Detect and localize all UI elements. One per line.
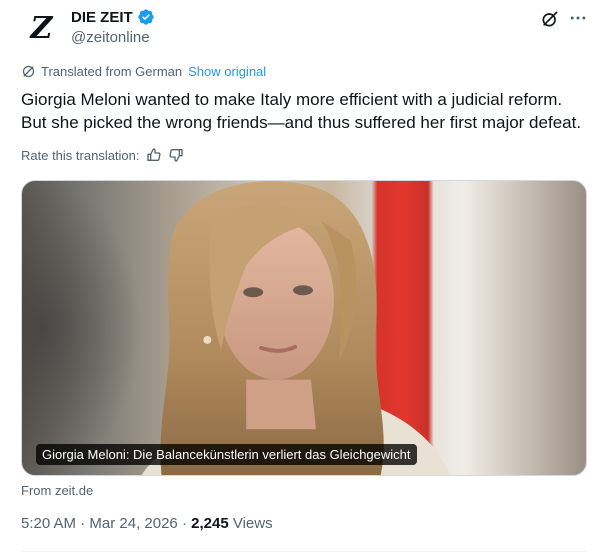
author-handle[interactable]: @zeitonline <box>71 29 150 46</box>
meta-separator: · <box>80 515 86 532</box>
meta-separator: · <box>181 515 187 532</box>
show-original-link[interactable]: Show original <box>188 64 266 79</box>
translation-notice: Translated from German Show original <box>21 64 266 79</box>
author-name-row[interactable]: DIE ZEIT <box>71 8 155 26</box>
divider <box>21 551 587 552</box>
thumbs-up-icon[interactable] <box>146 147 162 163</box>
views-count: 2,245 <box>191 515 229 532</box>
portrait-photo <box>22 181 451 475</box>
card-source[interactable]: From zeit.de <box>21 483 93 498</box>
display-name[interactable]: DIE ZEIT <box>71 9 133 26</box>
tweet-text: Giorgia Meloni wanted to make Italy more… <box>21 90 582 132</box>
thumbs-down-icon[interactable] <box>168 147 184 163</box>
tweet-date[interactable]: Mar 24, 2026 <box>89 515 177 532</box>
verified-badge-icon <box>137 9 154 25</box>
rate-label: Rate this translation: <box>21 147 140 163</box>
grok-icon[interactable] <box>540 9 560 29</box>
card-caption: Giorgia Meloni: Die Balancekünstlerin ve… <box>36 444 417 465</box>
more-icon[interactable] <box>567 8 589 28</box>
tweet-time[interactable]: 5:20 AM <box>21 515 76 532</box>
translated-label: Translated from German <box>41 64 183 79</box>
tweet-meta: 5:20 AM · Mar 24, 2026 · 2,245 Views <box>21 515 273 532</box>
rate-translation: Rate this translation: <box>21 147 184 163</box>
translate-icon <box>22 65 35 78</box>
link-card-image[interactable] <box>21 180 587 476</box>
avatar[interactable]: Z <box>21 8 61 48</box>
views-label: Views <box>232 515 273 532</box>
